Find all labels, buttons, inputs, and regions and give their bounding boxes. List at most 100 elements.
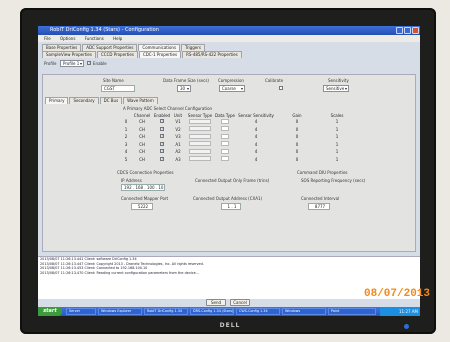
- channel-name-field[interactable]: CH: [131, 141, 153, 149]
- sensor-type-box[interactable]: [189, 133, 211, 139]
- data-type-box[interactable]: [221, 126, 229, 132]
- enabled-checkbox[interactable]: [153, 148, 171, 156]
- taskbar-item[interactable]: DRS-Config 1.34 (Stars): [190, 308, 234, 315]
- enabled-checkbox[interactable]: [153, 118, 171, 126]
- start-button[interactable]: start: [38, 307, 62, 316]
- data-type-box[interactable]: [221, 141, 229, 147]
- taskbar-item[interactable]: Paint: [328, 308, 376, 315]
- ip-address-input[interactable]: 192 . 168 . 100 . 10: [121, 184, 165, 191]
- cancel-button[interactable]: Cancel: [230, 299, 250, 306]
- taskbar-item[interactable]: Windows: [282, 308, 326, 315]
- output-address-input[interactable]: 1 . 1: [221, 203, 241, 210]
- enabled-checkbox[interactable]: [153, 141, 171, 149]
- tab-cdc1[interactable]: CDC-1 Properties: [138, 51, 182, 58]
- enabled-check[interactable]: [160, 118, 164, 124]
- sensor-type-select[interactable]: [185, 148, 215, 156]
- channel-name-field[interactable]: CH: [131, 156, 153, 164]
- menu-functions[interactable]: Functions: [85, 36, 104, 41]
- tab-wave-pattern[interactable]: Wave Pattern: [123, 97, 158, 104]
- enabled-checkbox[interactable]: [153, 133, 171, 141]
- data-type-select[interactable]: [215, 126, 235, 134]
- data-type-box[interactable]: [221, 118, 229, 124]
- sensor-sensitivity-field[interactable]: 4: [235, 126, 277, 134]
- data-type-select[interactable]: [215, 133, 235, 141]
- enabled-check[interactable]: [160, 148, 164, 154]
- sensor-type-select[interactable]: [185, 156, 215, 164]
- gain-field[interactable]: 0: [277, 126, 317, 134]
- unit-field[interactable]: A2: [171, 148, 185, 156]
- sensor-sensitivity-field[interactable]: 4: [235, 148, 277, 156]
- close-button[interactable]: [412, 27, 419, 34]
- enabled-check[interactable]: [160, 141, 164, 146]
- menu-help[interactable]: Help: [113, 36, 122, 41]
- taskbar-item[interactable]: Windows Explorer: [98, 308, 142, 315]
- unit-field[interactable]: V3: [171, 133, 185, 141]
- sensor-type-select[interactable]: [185, 126, 215, 134]
- sensor-type-box[interactable]: [189, 126, 211, 132]
- data-type-select[interactable]: [215, 141, 235, 149]
- tab-cccd[interactable]: CCCD Properties: [96, 51, 138, 58]
- site-name-input[interactable]: CGST: [101, 85, 135, 92]
- channel-name-field[interactable]: CH: [131, 126, 153, 134]
- sensor-sensitivity-field[interactable]: 4: [235, 133, 277, 141]
- data-type-select[interactable]: [215, 118, 235, 126]
- enabled-check[interactable]: [160, 126, 164, 131]
- unit-field[interactable]: V2: [171, 126, 185, 134]
- menu-options[interactable]: Options: [60, 36, 75, 41]
- channel-name-field[interactable]: CH: [131, 118, 153, 126]
- data-type-box[interactable]: [221, 148, 229, 154]
- mapper-port-input[interactable]: 5222: [131, 203, 153, 210]
- maximize-button[interactable]: [404, 27, 411, 34]
- gain-field[interactable]: 0: [277, 156, 317, 164]
- enabled-checkbox[interactable]: [153, 156, 171, 164]
- sensor-type-box[interactable]: [189, 141, 211, 147]
- taskbar-item[interactable]: CWS-Config 1.34: [236, 308, 280, 315]
- data-type-select[interactable]: [215, 156, 235, 164]
- menu-file[interactable]: File: [44, 36, 51, 41]
- tab-sampleview[interactable]: SampleView Properties: [42, 51, 96, 58]
- tab-base-properties[interactable]: Base Properties: [42, 44, 82, 51]
- sensor-type-select[interactable]: [185, 133, 215, 141]
- data-type-select[interactable]: [215, 148, 235, 156]
- enabled-checkbox[interactable]: [153, 126, 171, 134]
- tab-triggers[interactable]: Triggers: [181, 44, 205, 51]
- scale-field[interactable]: 1: [317, 141, 357, 149]
- tab-communications[interactable]: Communications: [138, 44, 181, 51]
- gain-field[interactable]: 0: [277, 148, 317, 156]
- sensor-type-select[interactable]: [185, 118, 215, 126]
- channel-name-field[interactable]: CH: [131, 133, 153, 141]
- tab-rs485[interactable]: RS-485/RS-422 Properties: [182, 51, 242, 58]
- taskbar-item[interactable]: Server: [66, 308, 96, 315]
- unit-field[interactable]: A3: [171, 156, 185, 164]
- scale-field[interactable]: 1: [317, 126, 357, 134]
- taskbar-item[interactable]: RobIT DriConfig 1.34: [144, 308, 188, 315]
- tab-secondary[interactable]: Secondary: [69, 97, 99, 104]
- gain-field[interactable]: 0: [277, 133, 317, 141]
- channel-name-field[interactable]: CH: [131, 148, 153, 156]
- sensor-sensitivity-field[interactable]: 4: [235, 141, 277, 149]
- calibrate-checkbox[interactable]: [279, 86, 283, 90]
- compression-select[interactable]: Coarse: [219, 85, 245, 92]
- log-panel[interactable]: 2013/08/07 11:26:13.441 Client: software…: [38, 256, 420, 299]
- tab-primary[interactable]: Primary: [45, 97, 69, 104]
- sensor-sensitivity-field[interactable]: 4: [235, 118, 277, 126]
- sensor-type-box[interactable]: [189, 148, 211, 154]
- minimize-button[interactable]: [396, 27, 403, 34]
- data-type-box[interactable]: [221, 133, 229, 139]
- send-button[interactable]: Send: [206, 299, 226, 306]
- enabled-check[interactable]: [160, 133, 164, 139]
- sensor-type-box[interactable]: [189, 118, 211, 124]
- data-type-box[interactable]: [221, 156, 229, 162]
- window-titlebar[interactable]: RobIT DriConfig 1.34 (Stars) - Configura…: [38, 26, 420, 35]
- system-tray-clock[interactable]: 11:27 AM: [380, 307, 420, 316]
- tab-dc-bus[interactable]: DC Bus: [99, 97, 123, 104]
- sensor-sensitivity-field[interactable]: 4: [235, 156, 277, 164]
- unit-field[interactable]: A1: [171, 141, 185, 149]
- enabled-check[interactable]: [160, 156, 164, 161]
- sensitivity-select[interactable]: Sensitive: [323, 85, 349, 92]
- scale-field[interactable]: 1: [317, 148, 357, 156]
- tab-adc-support[interactable]: ADC Support Properties: [82, 44, 138, 51]
- data-frame-select[interactable]: 30: [177, 85, 191, 92]
- enable-checkbox[interactable]: [87, 60, 91, 65]
- interval-input[interactable]: 8777: [308, 203, 330, 210]
